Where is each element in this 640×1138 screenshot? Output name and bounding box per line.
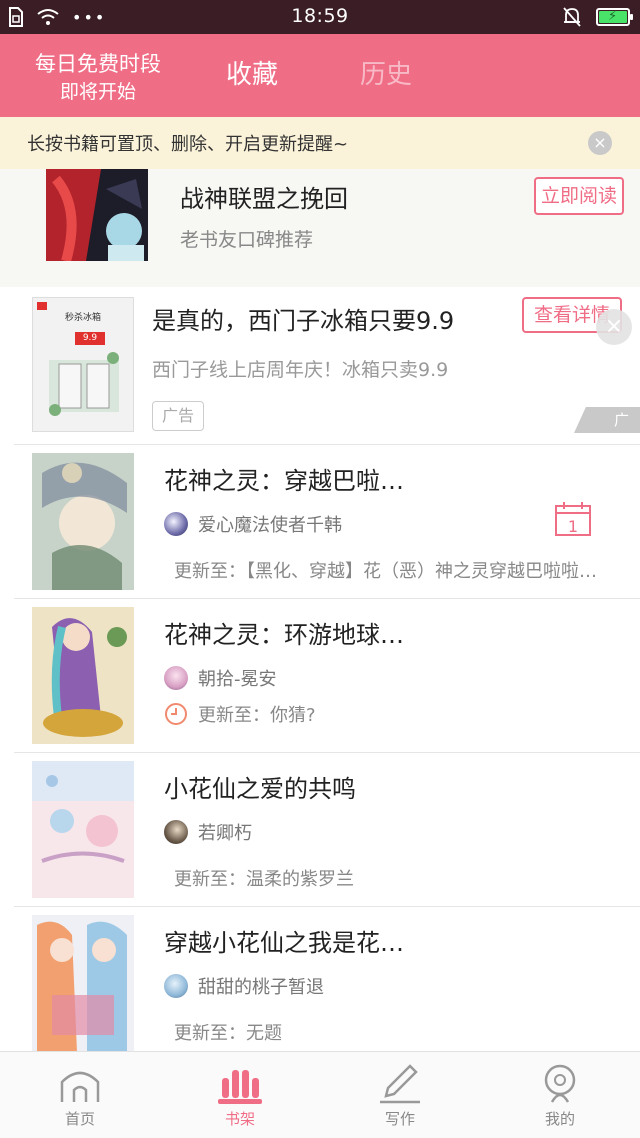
author-avatar [164,820,188,844]
nav-write[interactable]: 写作 [320,1052,480,1138]
read-now-button[interactable]: 立即阅读 [534,177,624,215]
book-update-1: 更新至：【黑化、穿越】花（恶）神之灵穿越巴啦啦小魔仙 [174,561,604,582]
mute-bell-icon [563,7,581,27]
author-name: 爱心魔法使者千韩 [198,515,342,536]
nav-bookshelf-label: 书架 [224,1110,255,1128]
pencil-icon [380,1064,420,1104]
featured-book-row[interactable]: 战神联盟之挽回 老书友口碑推荐 立即阅读 [0,169,640,287]
nav-home-label: 首页 [64,1110,95,1128]
book-row-3[interactable]: 小花仙之爱的共鸣 若卿朽 更新至：温柔的紫罗兰 [0,753,640,907]
book-cover-1 [32,453,134,590]
ad-close-icon[interactable]: × [596,309,632,345]
tab-favorites[interactable]: 收藏 [226,58,278,92]
ad-label-tag: 广告 [152,401,204,431]
book-cover-2 [32,607,134,744]
home-icon [60,1071,100,1102]
ad-title: 是真的，西门子冰箱只要9.9 [152,307,455,335]
tip-text: 长按书籍可置顶、删除、开启更新提醒~ [27,134,349,155]
author-name: 甜甜的桃子暂退 [198,977,324,998]
clock-icon [165,703,187,725]
top-header: 每日免费时段 即将开始 收藏 历史 [0,34,640,117]
book-update-3: 更新至：温柔的紫罗兰 [174,869,354,890]
author-name: 若卿朽 [198,823,252,844]
book-cover-3 [32,761,134,898]
tip-close-icon[interactable]: × [588,131,612,155]
book-title-4: 穿越小花仙之我是花… [164,929,404,957]
free-period-promo[interactable]: 每日免费时段 即将开始 [28,50,168,106]
bookshelf-icon [218,1070,262,1104]
ad-cover-price: 9.9 [75,332,105,345]
nav-me[interactable]: 我的 [480,1052,640,1138]
battery-charging-icon: ⚡ [596,8,633,26]
featured-book-cover [46,169,148,261]
status-bar: ••• 18:59 ⚡ [0,0,640,34]
nav-home[interactable]: 首页 [0,1052,160,1138]
bottom-navigation: 首页 书架 写作 我的 [0,1051,640,1138]
book-author-3: 若卿朽 [164,819,252,845]
ad-subtitle: 西门子线上店周年庆！冰箱只卖9.9 [152,359,449,381]
nav-me-label: 我的 [544,1110,575,1128]
author-avatar [164,512,188,536]
ad-cover-image: 秒杀冰箱 9.9 [32,297,134,432]
free-period-line1: 每日免费时段 [35,52,161,76]
tip-banner: 长按书籍可置顶、删除、开启更新提醒~ × [0,117,640,169]
book-row-1[interactable]: 花神之灵：穿越巴啦… 爱心魔法使者千韩 1 更新至：【黑化、穿越】花（恶）神之灵… [0,445,640,599]
featured-book-title: 战神联盟之挽回 [180,185,348,213]
book-update-2: 更新至：你猜? [198,705,316,726]
user-icon [544,1064,576,1103]
book-row-2[interactable]: 花神之灵：环游地球… 朝拾-冕安 更新至：你猜? [0,599,640,753]
book-author-2: 朝拾-冕安 [164,665,277,691]
book-title-1: 花神之灵：穿越巴啦… [164,467,404,495]
author-name: 朝拾-冕安 [198,669,277,690]
ad-corner-badge: 广告 [574,407,640,433]
book-author-4: 甜甜的桃子暂退 [164,973,324,999]
book-update-2-row: 更新至：你猜? [164,701,316,727]
book-update-4: 更新至：无题 [174,1023,282,1044]
book-cover-4 [32,915,134,1051]
calendar-day: 1 [567,517,579,536]
author-avatar [164,974,188,998]
author-avatar [164,666,188,690]
tab-history[interactable]: 历史 [360,58,412,92]
book-row-4[interactable]: 穿越小花仙之我是花… 甜甜的桃子暂退 更新至：无题 [0,907,640,1051]
ad-row[interactable]: 秒杀冰箱 9.9 是真的，西门子冰箱只要9.9 西门子线上店周年庆！冰箱只卖9.… [0,287,640,445]
status-right-icons: ⚡ [562,6,633,28]
featured-book-subtitle: 老书友口碑推荐 [180,229,314,251]
nav-write-label: 写作 [384,1110,415,1128]
book-title-3: 小花仙之爱的共鸣 [164,775,356,803]
book-author-1: 爱心魔法使者千韩 [164,511,342,537]
ad-cover-heading: 秒杀冰箱 [64,313,101,323]
status-time: 18:59 [291,5,349,27]
nav-bookshelf[interactable]: 书架 [160,1052,320,1138]
bookshelf-list: 战神联盟之挽回 老书友口碑推荐 立即阅读 秒杀冰箱 9.9 是真的，西门子冰箱只… [0,169,640,1051]
free-period-line2: 即将开始 [59,81,136,103]
book-title-2: 花神之灵：环游地球… [164,621,404,649]
